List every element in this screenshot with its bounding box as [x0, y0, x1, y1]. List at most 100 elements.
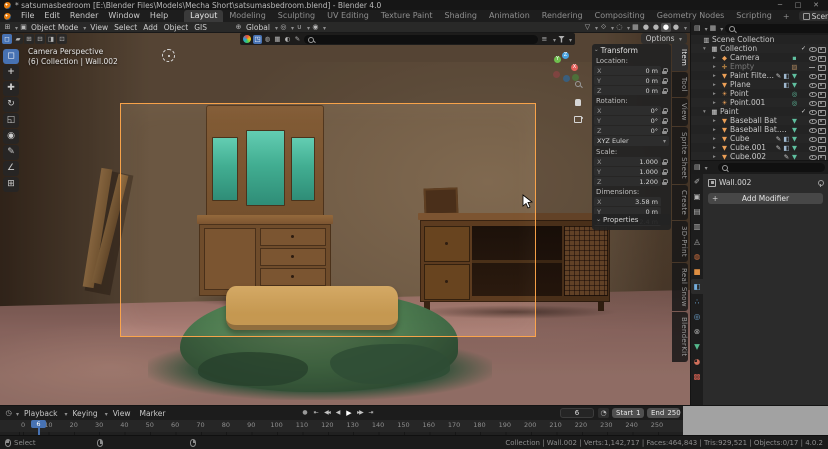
- expand-arrow-icon[interactable]: [713, 55, 720, 61]
- view-menu[interactable]: View: [109, 409, 135, 418]
- editor-type-icon[interactable]: ⊞: [3, 23, 12, 32]
- select-mode-button[interactable]: [35, 34, 45, 44]
- playback-button[interactable]: [366, 408, 376, 418]
- workspace-tab[interactable]: Layout: [184, 10, 223, 22]
- workspace-tab[interactable]: Modeling: [223, 10, 271, 22]
- properties-search-input[interactable]: [718, 163, 825, 172]
- disable-in-renders-toggle[interactable]: [817, 135, 826, 143]
- hide-in-viewport-toggle[interactable]: [808, 81, 817, 89]
- outliner-row[interactable]: Cube.001: [691, 143, 828, 152]
- asset-search-input[interactable]: [304, 35, 538, 44]
- shading-mode-button[interactable]: ●: [641, 23, 651, 32]
- location-field-row[interactable]: Y0 m: [594, 76, 669, 85]
- pan-hand-button[interactable]: [572, 96, 584, 108]
- lock-icon[interactable]: [661, 127, 669, 135]
- marker-menu[interactable]: Marker: [136, 409, 170, 418]
- workspace-tab[interactable]: Sculpting: [272, 10, 321, 22]
- viewport-menu-item[interactable]: Add: [140, 22, 161, 33]
- properties-tab[interactable]: [691, 249, 703, 264]
- tool-options-dropdown[interactable]: Options: [641, 33, 687, 44]
- tool-button[interactable]: [3, 161, 19, 176]
- playhead-frame-badge[interactable]: 6: [31, 420, 46, 428]
- tool-button[interactable]: [3, 81, 19, 96]
- properties-panel-collapsed[interactable]: Properties: [592, 214, 671, 225]
- sidebar-tab[interactable]: View: [672, 98, 688, 126]
- lock-icon[interactable]: [661, 117, 669, 125]
- menubar-item[interactable]: File: [16, 10, 39, 22]
- scale-field-row[interactable]: X1.000: [594, 157, 669, 166]
- axis-z-neg-handle[interactable]: [563, 75, 570, 82]
- tool-button[interactable]: [3, 49, 19, 64]
- sidebar-tab[interactable]: Create: [672, 185, 688, 220]
- asset-filter-icon[interactable]: [558, 36, 565, 43]
- add-workspace-button[interactable]: +: [779, 12, 794, 21]
- asset-type-button[interactable]: [263, 35, 272, 44]
- expand-arrow-icon[interactable]: [713, 91, 720, 97]
- object-visibility-filter-icon[interactable]: ▽: [583, 23, 592, 32]
- hide-in-viewport-toggle[interactable]: [808, 144, 817, 152]
- current-frame-field[interactable]: 6: [560, 408, 594, 418]
- workspace-tab[interactable]: UV Editing: [321, 10, 375, 22]
- properties-tab[interactable]: [691, 189, 703, 204]
- outliner-row[interactable]: Cube: [691, 134, 828, 143]
- workspace-tab[interactable]: Texture Paint: [375, 10, 439, 22]
- select-mode-button[interactable]: [57, 34, 67, 44]
- collection-checkbox[interactable]: [800, 45, 808, 53]
- expand-arrow-icon[interactable]: [713, 100, 720, 106]
- sidebar-tab[interactable]: BlenderKit: [672, 312, 688, 361]
- asset-sort-icon[interactable]: ≡: [540, 35, 549, 44]
- hide-in-viewport-toggle[interactable]: [808, 99, 817, 107]
- disable-in-renders-toggle[interactable]: [817, 81, 826, 89]
- blender-app-menu-icon[interactable]: [4, 13, 11, 20]
- disable-in-renders-toggle[interactable]: [817, 99, 826, 107]
- overlays-toggle-icon[interactable]: ◌: [615, 23, 624, 32]
- properties-tab[interactable]: [691, 174, 703, 189]
- disable-in-renders-toggle[interactable]: [817, 153, 826, 161]
- workspace-tab[interactable]: Geometry Nodes: [651, 10, 730, 22]
- properties-tab[interactable]: [691, 204, 703, 219]
- hide-in-viewport-toggle[interactable]: [808, 63, 817, 71]
- tool-button[interactable]: [3, 177, 19, 192]
- outliner-editor-icon[interactable]: ▤: [694, 24, 701, 33]
- menubar-item[interactable]: Window: [103, 10, 145, 22]
- camera-view-button[interactable]: [572, 112, 584, 124]
- pivot-point-icon[interactable]: ◎: [279, 23, 288, 32]
- mode-dropdown[interactable]: ▣ Object Mode: [19, 22, 86, 33]
- hide-in-viewport-toggle[interactable]: [808, 135, 817, 143]
- viewport-menu-item[interactable]: Object: [161, 22, 191, 33]
- properties-editor-icon[interactable]: ▤: [694, 163, 701, 172]
- axis-y-handle[interactable]: Y: [554, 56, 561, 63]
- lock-icon[interactable]: [661, 168, 669, 176]
- expand-arrow-icon[interactable]: [713, 154, 720, 160]
- minimize-button[interactable]: ─: [772, 1, 788, 10]
- maximize-button[interactable]: □: [790, 1, 806, 10]
- sidebar-tab[interactable]: Sprite Sheet: [672, 127, 688, 184]
- proportional-edit-icon[interactable]: ◉: [311, 23, 320, 32]
- timeline-editor-icon[interactable]: ◷: [4, 409, 13, 418]
- orientation-dropdown[interactable]: ⊕ Global: [234, 22, 278, 33]
- rotation-field-row[interactable]: Z0°: [594, 126, 669, 135]
- outliner-row[interactable]: Baseball Bat.001: [691, 125, 828, 134]
- playback-menu[interactable]: Playback: [20, 409, 61, 418]
- playback-button[interactable]: [311, 408, 321, 418]
- asset-type-button[interactable]: [253, 35, 262, 44]
- workspace-tab[interactable]: Compositing: [589, 10, 651, 22]
- lock-icon[interactable]: [661, 107, 669, 115]
- sidebar-tab[interactable]: 3D-Print: [672, 221, 688, 262]
- outliner-row[interactable]: Scene Collection: [691, 35, 828, 44]
- camera-frame-selected-wall[interactable]: [120, 103, 536, 337]
- properties-tab[interactable]: [691, 294, 703, 309]
- disable-in-renders-toggle[interactable]: [817, 63, 826, 71]
- display-mode-icon[interactable]: ▦: [710, 24, 717, 33]
- select-mode-button[interactable]: [13, 34, 23, 44]
- lock-icon[interactable]: [661, 87, 669, 95]
- collection-checkbox[interactable]: [800, 108, 808, 116]
- hide-in-viewport-toggle[interactable]: [808, 72, 817, 80]
- expand-arrow-icon[interactable]: [713, 136, 720, 142]
- xray-toggle-icon[interactable]: ▦: [631, 23, 640, 32]
- outliner-row[interactable]: Empty: [691, 62, 828, 71]
- location-field-row[interactable]: X0 m: [594, 66, 669, 75]
- outliner-search-input[interactable]: [725, 24, 828, 33]
- expand-arrow-icon[interactable]: [713, 73, 720, 79]
- properties-tab[interactable]: [691, 279, 703, 294]
